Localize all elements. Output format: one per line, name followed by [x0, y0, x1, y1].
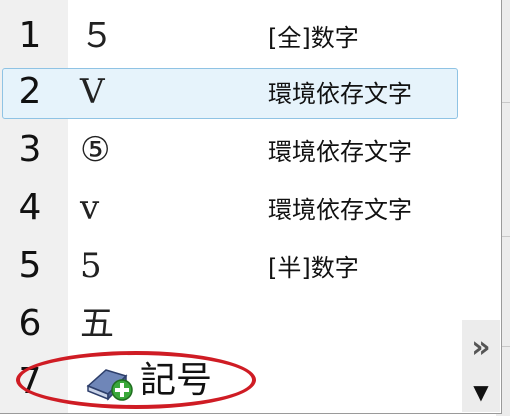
candidate-row-3[interactable]: 3 ⑤ 環境依存文字	[0, 124, 462, 176]
candidate-category: 環境依存文字	[268, 196, 412, 224]
candidate-text: ⑤	[80, 130, 111, 170]
scroll-down-button[interactable]: ▼	[462, 372, 500, 412]
candidate-category: 環境依存文字	[268, 138, 412, 166]
candidate-text: 五	[80, 304, 114, 344]
candidate-row-1[interactable]: 1 ５ [全]数字	[0, 10, 462, 62]
candidate-number: 3	[18, 129, 42, 170]
candidate-category: [全]数字	[268, 24, 359, 52]
candidate-text: Ⅴ	[80, 72, 105, 112]
ime-candidate-window: 1 ５ [全]数字 2 Ⅴ 環境依存文字 3 ⑤ 環境依存文字 4 ⅴ 環境依存…	[0, 0, 502, 414]
candidate-category: [半]数字	[268, 254, 359, 282]
candidate-text: 5	[80, 246, 102, 286]
expand-candidates-button[interactable]: »	[462, 328, 500, 368]
candidate-number: 2	[18, 71, 42, 112]
candidate-text: ⅴ	[80, 188, 100, 228]
candidate-number: 1	[18, 15, 42, 56]
candidate-number: 5	[18, 245, 42, 286]
candidate-row-5[interactable]: 5 5 [半]数字	[0, 240, 462, 292]
candidate-text: ５	[80, 16, 114, 56]
candidate-row-4[interactable]: 4 ⅴ 環境依存文字	[0, 182, 462, 234]
candidate-row-6[interactable]: 6 五	[0, 298, 462, 350]
annotation-ellipse	[16, 351, 256, 409]
candidate-side-panel: » ▼	[462, 320, 500, 412]
candidate-row-2-selected[interactable]: 2 Ⅴ 環境依存文字	[0, 66, 462, 119]
candidate-number: 4	[18, 187, 42, 228]
candidate-category: 環境依存文字	[268, 80, 412, 108]
candidate-number: 6	[18, 303, 42, 344]
